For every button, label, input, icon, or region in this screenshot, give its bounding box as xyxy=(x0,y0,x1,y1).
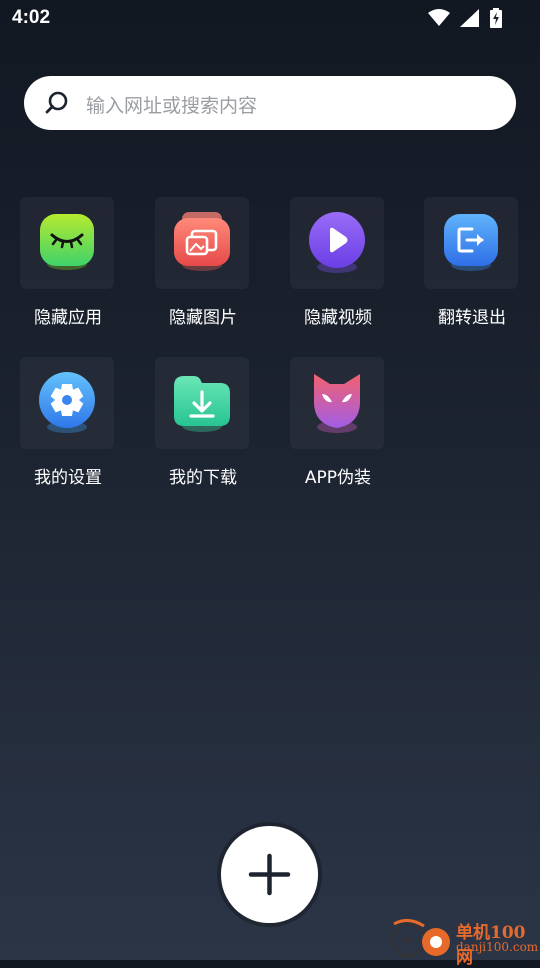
tile-label: APP伪装 xyxy=(304,468,372,488)
plus-icon xyxy=(248,853,291,896)
exit-icon xyxy=(444,214,498,271)
tile-icon-box xyxy=(424,197,518,289)
status-bar: 4:02 xyxy=(0,0,540,38)
watermark: 单机100网 danji100.com xyxy=(390,916,540,968)
tile-icon-box xyxy=(20,357,114,449)
tile-icon-box xyxy=(155,197,249,289)
tile-app-disguise[interactable]: APP伪装 xyxy=(270,357,406,507)
tile-label: 翻转退出 xyxy=(438,308,506,328)
search-input[interactable]: 输入网址或搜索内容 xyxy=(24,76,516,130)
status-icons xyxy=(428,8,502,28)
tile-my-settings[interactable]: 我的设置 xyxy=(0,357,136,507)
tile-icon-box xyxy=(20,197,114,289)
image-icon xyxy=(174,212,230,271)
signal-icon xyxy=(460,9,479,27)
play-icon xyxy=(309,212,365,273)
tile-hide-videos[interactable]: 隐藏视频 xyxy=(270,197,406,347)
watermark-logo-icon xyxy=(390,919,450,958)
status-time: 4:02 xyxy=(12,7,51,28)
tile-hide-images[interactable]: 隐藏图片 xyxy=(135,197,271,347)
eye-closed-icon xyxy=(40,214,94,270)
add-button[interactable] xyxy=(221,826,318,923)
tile-icon-box xyxy=(155,357,249,449)
download-icon xyxy=(174,376,230,432)
tile-flip-exit[interactable]: 翻转退出 xyxy=(404,197,540,347)
tile-icon-box xyxy=(290,357,384,449)
tile-icon-box xyxy=(290,197,384,289)
tile-my-downloads[interactable]: 我的下载 xyxy=(135,357,271,507)
wifi-icon xyxy=(428,9,450,26)
tile-label: 隐藏应用 xyxy=(34,308,102,328)
search-icon xyxy=(45,91,68,114)
mask-icon xyxy=(314,374,360,433)
tile-label: 隐藏视频 xyxy=(304,308,372,328)
gear-icon xyxy=(39,372,95,433)
tile-label: 我的下载 xyxy=(169,468,237,488)
battery-charging-icon xyxy=(490,8,502,28)
tile-hide-apps[interactable]: 隐藏应用 xyxy=(0,197,136,347)
watermark-url: danji100.com xyxy=(456,940,539,954)
tile-label: 我的设置 xyxy=(34,468,102,488)
search-placeholder: 输入网址或搜索内容 xyxy=(86,95,258,117)
tile-label: 隐藏图片 xyxy=(169,308,237,328)
